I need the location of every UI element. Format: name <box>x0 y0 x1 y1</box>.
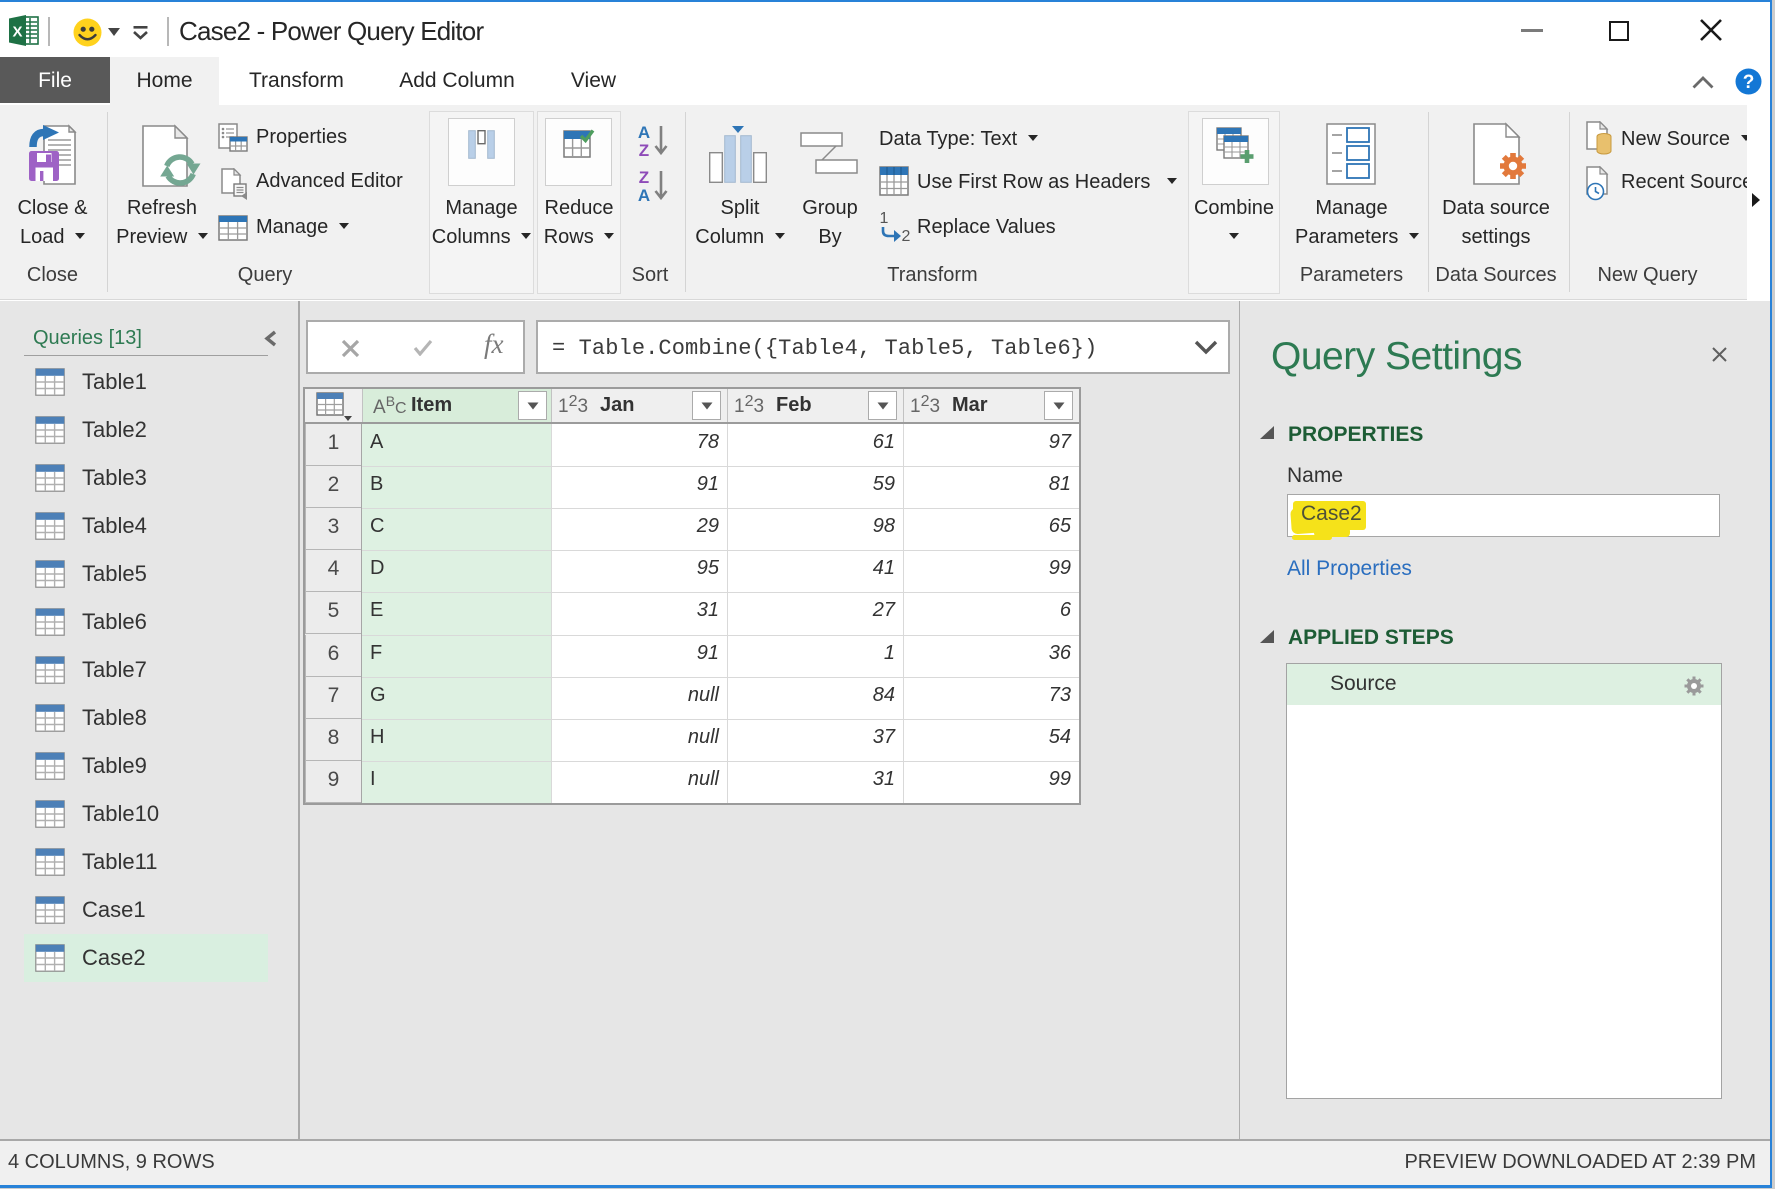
svg-text:1: 1 <box>880 210 889 227</box>
svg-text:2: 2 <box>902 228 911 243</box>
svg-text:A: A <box>638 186 650 204</box>
svg-text:?: ? <box>1743 72 1755 93</box>
svg-text:Z: Z <box>639 168 649 187</box>
svg-text:A: A <box>638 123 650 142</box>
svg-text:Z: Z <box>639 141 649 159</box>
svg-text:X: X <box>12 24 22 41</box>
